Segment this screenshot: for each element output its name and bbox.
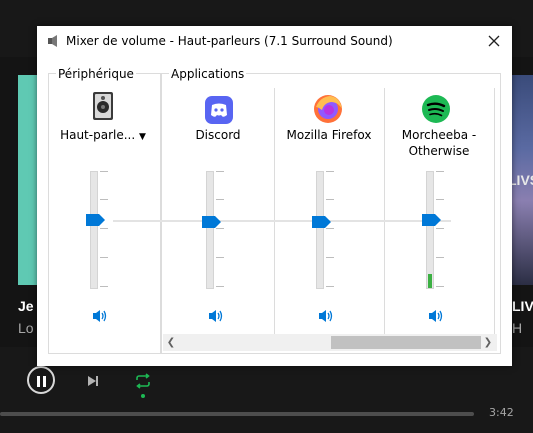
- close-button[interactable]: [481, 30, 507, 52]
- volume-slider-thumb[interactable]: [422, 214, 441, 226]
- slider-tick: [100, 257, 108, 258]
- column-separator: [494, 88, 495, 334]
- speaker-device-icon: [93, 92, 113, 120]
- slider-tick: [216, 199, 224, 200]
- volume-slider-track[interactable]: [316, 171, 324, 289]
- volume-mixer-window: Mixer de volume - Haut-parleurs (7.1 Sur…: [37, 26, 512, 366]
- pause-button[interactable]: [27, 366, 55, 394]
- peak-meter-level: [428, 274, 432, 288]
- volume-slider-thumb[interactable]: [202, 216, 221, 228]
- slider-tick: [100, 286, 108, 287]
- slider-tick: [326, 171, 334, 172]
- card-title-left[interactable]: Je: [18, 298, 34, 314]
- slider-tick: [216, 257, 224, 258]
- window-title: Mixer de volume - Haut-parleurs (7.1 Sur…: [66, 34, 393, 48]
- volume-slider-thumb[interactable]: [312, 216, 331, 228]
- volume-slider-track[interactable]: [90, 171, 98, 289]
- column-separator: [274, 88, 275, 334]
- next-track-icon[interactable]: [86, 374, 100, 388]
- repeat-icon[interactable]: [134, 372, 152, 390]
- firefox-icon: [314, 95, 342, 123]
- mute-button-speaker-icon[interactable]: [208, 309, 224, 323]
- volume-slider-track[interactable]: [426, 171, 434, 289]
- mute-button-speaker-icon[interactable]: [318, 309, 334, 323]
- mute-button-speaker-icon[interactable]: [92, 309, 108, 323]
- speaker-icon: [48, 35, 57, 47]
- slider-tick: [326, 199, 334, 200]
- slider-tick: [436, 228, 444, 229]
- column-separator: [384, 88, 385, 334]
- slider-tick: [216, 171, 224, 172]
- slider-tick: [326, 286, 334, 287]
- slider-tick: [100, 199, 108, 200]
- slider-tick: [100, 171, 108, 172]
- app-name-discord: Discord: [195, 128, 241, 142]
- card-subtitle-right: H: [512, 320, 523, 336]
- slider-link-line: [113, 220, 451, 222]
- chevron-down-icon: ▼: [139, 132, 146, 142]
- slider-tick: [436, 171, 444, 172]
- card-subtitle-left: Lo: [18, 320, 34, 336]
- device-name: Haut-parle...: [60, 128, 136, 142]
- volume-slider-thumb[interactable]: [86, 214, 105, 226]
- card-title-right[interactable]: LIV: [512, 298, 533, 314]
- spotify-icon: [422, 95, 450, 123]
- title-bar[interactable]: Mixer de volume - Haut-parleurs (7.1 Sur…: [37, 26, 512, 56]
- volume-slider-track[interactable]: [206, 171, 214, 289]
- scroll-right-icon[interactable]: ❯: [483, 337, 493, 348]
- slider-tick: [326, 228, 334, 229]
- slider-tick: [216, 286, 224, 287]
- repeat-active-indicator: [141, 394, 145, 398]
- device-group-label: Périphérique: [56, 67, 136, 81]
- album-art-left[interactable]: [18, 75, 38, 285]
- slider-tick: [436, 257, 444, 258]
- discord-icon: [205, 96, 233, 124]
- scrollbar-thumb[interactable]: [331, 336, 481, 349]
- app-name-firefox: Mozilla Firefox: [286, 128, 372, 142]
- device-selector[interactable]: Haut-parle... ▼: [48, 127, 158, 145]
- slider-tick: [100, 228, 108, 229]
- slider-tick: [326, 257, 334, 258]
- mute-button-speaker-icon[interactable]: [428, 309, 444, 323]
- horizontal-scrollbar[interactable]: ❮ ❯: [163, 334, 497, 351]
- track-duration: 3:42: [489, 406, 514, 419]
- playback-progress-bar[interactable]: [0, 412, 474, 416]
- slider-tick: [216, 228, 224, 229]
- scroll-left-icon[interactable]: ❮: [166, 337, 176, 348]
- app-name-spotify: Morcheeba - Otherwise: [401, 128, 477, 158]
- slider-tick: [436, 286, 444, 287]
- applications-group-label: Applications: [169, 67, 247, 81]
- close-icon: [488, 35, 500, 47]
- slider-tick: [436, 199, 444, 200]
